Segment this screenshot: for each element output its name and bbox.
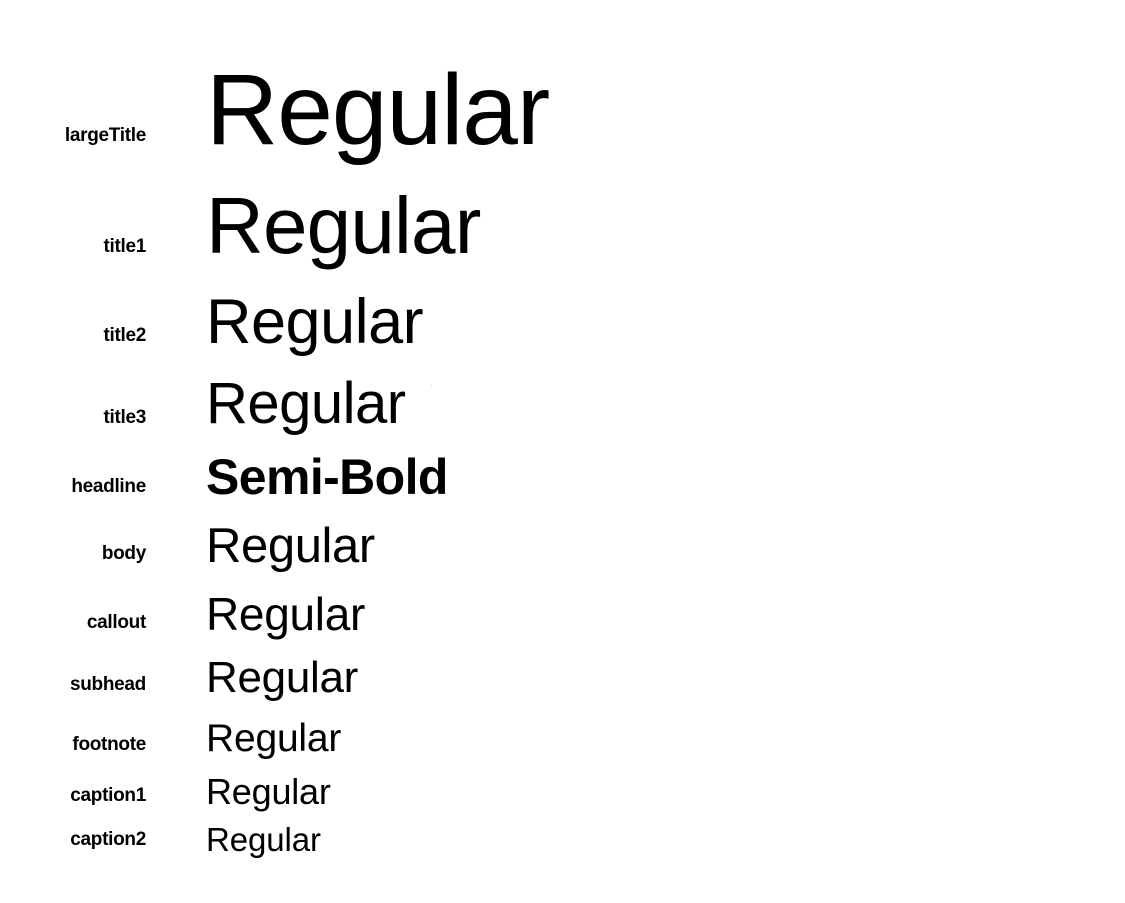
stray-pixel (431, 385, 432, 386)
weight-sample: Regular (206, 717, 342, 760)
style-name-label: title3 (103, 407, 146, 428)
style-name-label: caption1 (70, 785, 146, 806)
style-name-label: footnote (72, 734, 146, 755)
style-name-label: subhead (69, 674, 146, 695)
weight-sample: Regular (206, 519, 375, 573)
weight-sample: Regular (206, 54, 550, 166)
weight-sample: Regular (206, 653, 358, 702)
weight-sample: Regular (206, 371, 406, 436)
style-name-label: headline (71, 476, 146, 497)
style-name-label: largeTitle (64, 125, 146, 146)
weight-sample: Regular (206, 287, 424, 357)
weight-sample: Regular (206, 588, 365, 640)
style-name-label: body (101, 543, 146, 564)
style-name-label: title1 (103, 236, 146, 257)
weight-sample: Regular (206, 821, 321, 858)
weight-sample: Regular (206, 181, 481, 270)
style-name-label: caption2 (70, 829, 146, 850)
style-name-label: title2 (103, 325, 146, 346)
style-name-label: callout (86, 612, 146, 633)
weight-sample: Regular (206, 771, 331, 812)
weight-sample: Semi-Bold (206, 449, 448, 505)
